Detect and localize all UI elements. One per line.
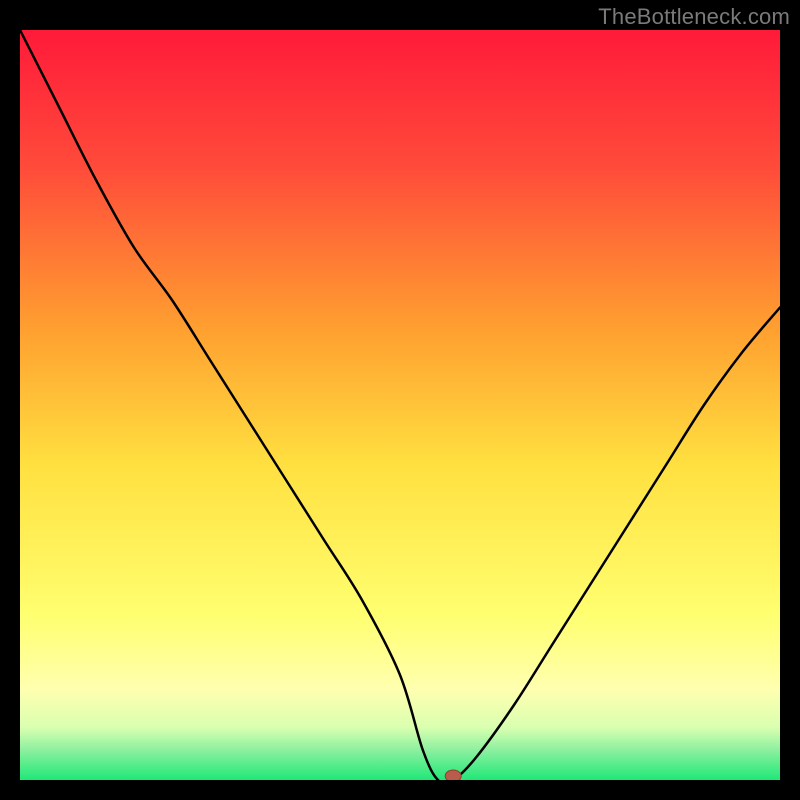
optimal-point-marker xyxy=(445,770,461,780)
gradient-background xyxy=(20,30,780,780)
plot-area xyxy=(20,30,780,780)
attribution-text: TheBottleneck.com xyxy=(598,4,790,30)
chart-frame: TheBottleneck.com xyxy=(0,0,800,800)
chart-svg xyxy=(20,30,780,780)
